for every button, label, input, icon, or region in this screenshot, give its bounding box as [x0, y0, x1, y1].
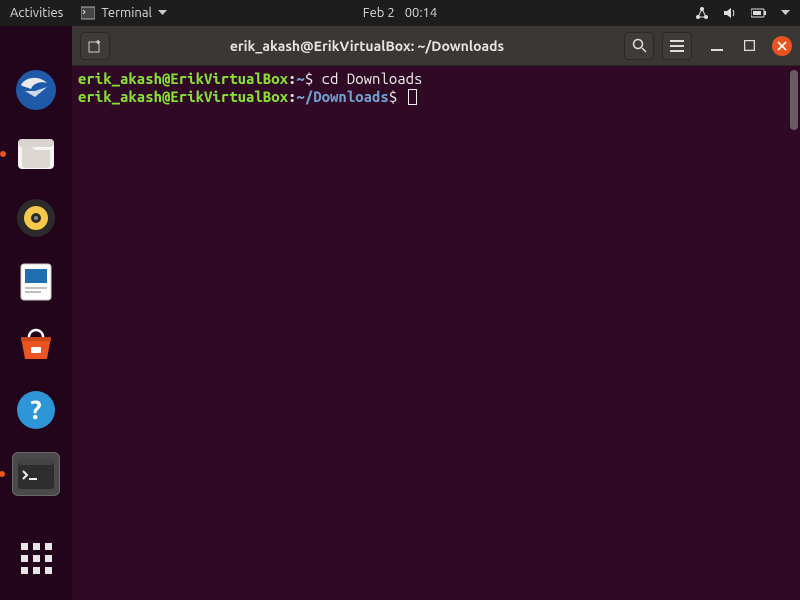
- files-icon[interactable]: [14, 132, 58, 176]
- hamburger-icon: [670, 40, 684, 52]
- prompt-user: erik_akash@ErikVirtualBox: [78, 88, 288, 105]
- help-icon[interactable]: ?: [14, 388, 58, 432]
- app-menu[interactable]: Terminal: [81, 6, 167, 20]
- maximize-icon: [744, 40, 755, 51]
- minimize-button[interactable]: [708, 37, 726, 55]
- close-button[interactable]: [772, 36, 792, 56]
- volume-icon: [723, 6, 737, 20]
- system-status-area[interactable]: [695, 6, 790, 20]
- terminal-line: erik_akash@ErikVirtualBox:~$ cd Download…: [78, 70, 794, 88]
- ubuntu-software-icon[interactable]: [14, 324, 58, 368]
- prompt-path: ~: [296, 70, 304, 87]
- command-text: cd Downloads: [322, 70, 423, 87]
- show-applications-button[interactable]: [14, 536, 58, 580]
- terminal-line: erik_akash@ErikVirtualBox:~/Downloads$: [78, 88, 794, 106]
- prompt-path: ~/Downloads: [296, 88, 388, 105]
- minimize-icon: [711, 40, 723, 52]
- terminal-topbar-icon: [81, 6, 95, 20]
- maximize-button[interactable]: [740, 37, 758, 55]
- dock: ?: [0, 26, 72, 600]
- activities-button[interactable]: Activities: [10, 6, 63, 20]
- terminal-window: erik_akash@ErikVirtualBox: ~/Downloads e…: [72, 26, 800, 600]
- search-button[interactable]: [624, 32, 654, 60]
- terminal-icon[interactable]: [12, 452, 60, 496]
- window-title: erik_akash@ErikVirtualBox: ~/Downloads: [118, 38, 616, 54]
- clock-date: Feb 2: [363, 6, 395, 20]
- rhythmbox-icon[interactable]: [14, 196, 58, 240]
- chevron-down-icon: [158, 10, 167, 16]
- prompt-user: erik_akash@ErikVirtualBox: [78, 70, 288, 87]
- clock-time: 00:14: [405, 6, 438, 20]
- app-menu-label: Terminal: [101, 6, 152, 20]
- hamburger-menu-button[interactable]: [662, 32, 692, 60]
- search-icon: [632, 38, 647, 53]
- chevron-down-icon: [781, 10, 790, 16]
- svg-text:?: ?: [30, 395, 41, 424]
- battery-icon: [751, 7, 767, 19]
- libreoffice-writer-icon[interactable]: [14, 260, 58, 304]
- scrollbar-thumb[interactable]: [790, 70, 798, 130]
- clock[interactable]: Feb 2 00:14: [363, 6, 437, 20]
- window-titlebar: erik_akash@ErikVirtualBox: ~/Downloads: [72, 26, 800, 66]
- gnome-top-bar: Activities Terminal Feb 2 00:14: [0, 0, 800, 26]
- close-icon: [777, 41, 787, 51]
- network-icon: [695, 6, 709, 20]
- thunderbird-icon[interactable]: [14, 68, 58, 112]
- terminal-body[interactable]: erik_akash@ErikVirtualBox:~$ cd Download…: [72, 66, 800, 600]
- new-tab-button[interactable]: [80, 32, 110, 60]
- cursor: [408, 89, 417, 105]
